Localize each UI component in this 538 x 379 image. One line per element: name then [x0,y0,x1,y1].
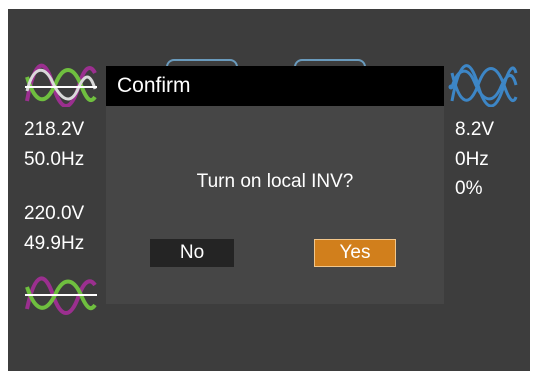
inv-frequency-value: 49.9Hz [24,233,85,254]
yes-button[interactable]: Yes [314,239,396,267]
load-frequency-value: 0Hz [455,149,489,170]
load-percent-value: 0% [455,178,483,199]
grid-voltage-value: 218.2V [24,119,85,140]
inv-sine-wave-icon [25,276,97,315]
inv-voltage-value: 220.0V [24,203,85,224]
grid-sine-wave-icon [25,63,97,107]
dialog-title-bar: Confirm [106,66,444,106]
device-screen: 218.2V 50.0Hz 220.0V 49.9Hz 8.2V 0Hz 0% … [8,9,530,371]
confirm-dialog: Confirm Turn on local INV? No Yes [106,66,444,304]
grid-frequency-value: 50.0Hz [24,149,85,170]
dialog-title: Confirm [117,74,191,97]
load-sine-wave-icon [448,64,518,107]
load-voltage-value: 8.2V [455,119,495,140]
dialog-message: Turn on local INV? [196,171,354,192]
no-button[interactable]: No [150,239,234,267]
